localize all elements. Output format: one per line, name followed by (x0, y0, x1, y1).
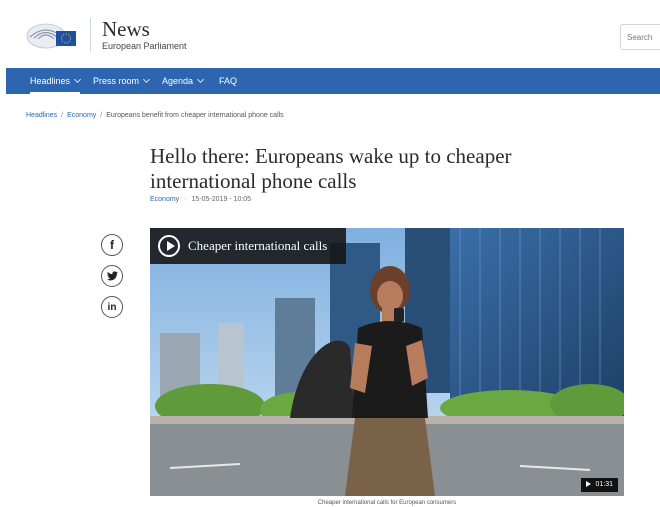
video-caption: Cheaper international calls for European… (317, 500, 457, 506)
facebook-glyph: f (110, 238, 114, 252)
nav-item-label: Headlines (30, 76, 71, 86)
nav-item-label: FAQ (219, 76, 238, 86)
chevron-down-icon (142, 75, 151, 84)
play-small-icon (586, 481, 592, 487)
nav-item-agenda[interactable]: Agenda (162, 68, 205, 94)
site-header: News European Parliament Search (0, 0, 660, 68)
main-navigation: Headlines Press room Agenda FAQ (6, 68, 660, 94)
play-icon[interactable] (158, 235, 180, 257)
header-divider (90, 18, 91, 52)
chevron-down-icon (196, 75, 205, 84)
brand-subtitle: European Parliament (102, 41, 187, 51)
meta-separator: - (184, 196, 187, 203)
nav-item-press-room[interactable]: Press room (93, 68, 151, 94)
video-title-bar[interactable]: Cheaper international calls (150, 228, 346, 264)
video-duration-badge[interactable]: 01:31 (581, 478, 618, 492)
nav-item-label: Agenda (162, 76, 194, 86)
nav-item-label: Press room (93, 76, 140, 86)
breadcrumb-separator: / (61, 112, 64, 119)
nav-item-faq[interactable]: FAQ (219, 68, 237, 94)
breadcrumb: Headlines / Economy / Europeans benefit from… (26, 112, 284, 119)
search-input[interactable]: Search (620, 24, 660, 50)
linkedin-glyph: in (107, 301, 117, 313)
video-duration: 01:31 (595, 481, 613, 488)
breadcrumb-current: Europeans benefit from cheaper internati… (106, 112, 284, 119)
breadcrumb-link-headlines[interactable]: Headlines (26, 112, 57, 119)
article-datetime: 15-05-2019 - 10:05 (191, 196, 252, 203)
video-title: Cheaper international calls (188, 238, 328, 253)
article-category-link[interactable]: Economy (150, 196, 179, 203)
european-parliament-logo[interactable] (26, 20, 78, 50)
brand-title[interactable]: News (102, 18, 150, 40)
article-meta: Economy -15-05-2019 - 10:05 (150, 196, 251, 203)
facebook-icon[interactable]: f (101, 234, 123, 256)
linkedin-icon[interactable]: in (101, 296, 123, 318)
video-thumbnail (150, 228, 624, 496)
chevron-down-icon (73, 75, 82, 84)
breadcrumb-separator: / (100, 112, 103, 119)
breadcrumb-link-economy[interactable]: Economy (67, 112, 96, 119)
twitter-icon[interactable]: t (101, 265, 123, 287)
twitter-bird-icon (106, 271, 118, 281)
video-player[interactable]: Cheaper international calls 01:31 (150, 228, 624, 496)
nav-item-headlines[interactable]: Headlines (30, 68, 82, 94)
page-title: Hello there: Europeans wake up to cheape… (150, 144, 512, 193)
